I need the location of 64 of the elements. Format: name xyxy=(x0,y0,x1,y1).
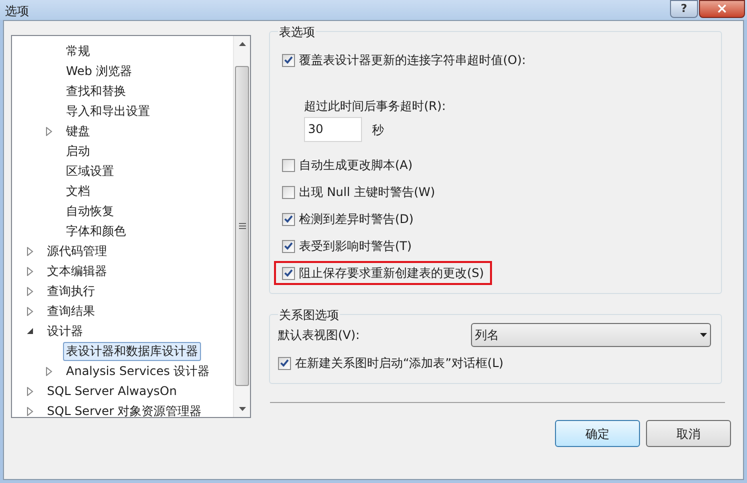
dialog-button[interactable]: 取消 xyxy=(646,420,731,447)
checkbox-label: 覆盖表设计器更新的连接字符串超时值(O): xyxy=(299,52,526,69)
collapsed-triangle-icon[interactable] xyxy=(26,406,34,416)
checkmark-icon xyxy=(284,215,293,223)
collapsed-triangle-icon[interactable] xyxy=(45,366,53,376)
tree-item[interactable]: 导入和导出设置 xyxy=(63,102,153,120)
checkbox-label: 出现 Null 主键时警告(W) xyxy=(299,184,436,201)
checkbox-label: 阻止保存要求重新创建表的更改(S) xyxy=(299,265,484,282)
scroll-up-icon[interactable] xyxy=(238,42,246,46)
tree-item[interactable]: SQL Server 对象资源管理器 xyxy=(44,402,205,420)
help-button[interactable]: ? xyxy=(670,0,698,18)
checkbox[interactable] xyxy=(282,212,295,226)
tree-item[interactable]: 查询结果 xyxy=(44,302,98,320)
checkbox-label: 自动生成更改脚本(A) xyxy=(299,157,413,174)
tree-item[interactable]: 查询执行 xyxy=(44,282,98,300)
dialog-button[interactable]: 确定 xyxy=(555,420,640,447)
checkbox-label: 在新建关系图时启动“添加表”对话框(L) xyxy=(295,355,504,372)
tree-item[interactable]: 查找和替换 xyxy=(63,82,129,100)
tree-item[interactable]: 常规 xyxy=(63,42,93,60)
field-label: 超过此时间后事务超时(R): xyxy=(304,98,447,115)
scroll-down-icon[interactable] xyxy=(238,407,246,411)
tree-item[interactable]: 文档 xyxy=(63,182,93,200)
checkbox-label: 检测到差异时警告(D) xyxy=(299,211,414,228)
tree-item[interactable]: 区域设置 xyxy=(63,162,117,180)
window-title: 选项 xyxy=(4,3,29,20)
checkmark-icon xyxy=(284,269,293,277)
checkbox[interactable] xyxy=(282,266,295,280)
checkmark-icon xyxy=(284,242,293,250)
field-label: 默认表视图(V): xyxy=(278,327,361,344)
collapsed-triangle-icon[interactable] xyxy=(26,286,34,296)
checkbox[interactable] xyxy=(282,158,295,172)
tree-item[interactable]: 字体和颜色 xyxy=(63,222,129,240)
checkmark-icon xyxy=(280,359,289,367)
tree-item[interactable]: SQL Server AlwaysOn xyxy=(44,382,180,400)
group-title: 表选项 xyxy=(278,23,316,41)
scrollbar-thumb[interactable] xyxy=(235,66,249,386)
tree-item[interactable]: 启动 xyxy=(63,142,93,160)
checkbox[interactable] xyxy=(282,54,295,66)
tree-item[interactable]: Web 浏览器 xyxy=(63,62,135,80)
dropdown[interactable]: 列名 xyxy=(471,323,711,347)
scrollbar[interactable] xyxy=(233,36,250,417)
unit-label: 秒 xyxy=(372,122,384,138)
tree-item[interactable]: Analysis Services 设计器 xyxy=(63,362,213,380)
tree-item[interactable]: 自动恢复 xyxy=(63,202,117,220)
collapsed-triangle-icon[interactable] xyxy=(26,266,34,276)
tree-item[interactable]: 表设计器和数据库设计器 xyxy=(63,342,201,360)
checkbox[interactable] xyxy=(282,186,295,198)
checkbox-label: 表受到影响时警告(T) xyxy=(299,238,412,255)
tree-item[interactable]: 设计器 xyxy=(44,322,86,340)
checkbox[interactable] xyxy=(278,356,291,370)
checkmark-icon xyxy=(284,56,293,64)
collapsed-triangle-icon[interactable] xyxy=(26,306,34,316)
dropdown-arrow-icon xyxy=(700,333,707,337)
collapsed-triangle-icon[interactable] xyxy=(26,386,34,396)
checkbox[interactable] xyxy=(282,240,295,252)
input-field[interactable]: 30 xyxy=(304,117,362,142)
tree-item[interactable]: 源代码管理 xyxy=(44,242,110,260)
tree-item[interactable]: 文本编辑器 xyxy=(44,262,110,280)
group-title: 关系图选项 xyxy=(278,306,340,324)
collapsed-triangle-icon[interactable] xyxy=(45,126,53,136)
grip-icon xyxy=(238,223,246,229)
expanded-triangle-icon[interactable] xyxy=(26,326,34,336)
tree-item[interactable]: 键盘 xyxy=(63,122,93,140)
collapsed-triangle-icon[interactable] xyxy=(26,246,34,256)
